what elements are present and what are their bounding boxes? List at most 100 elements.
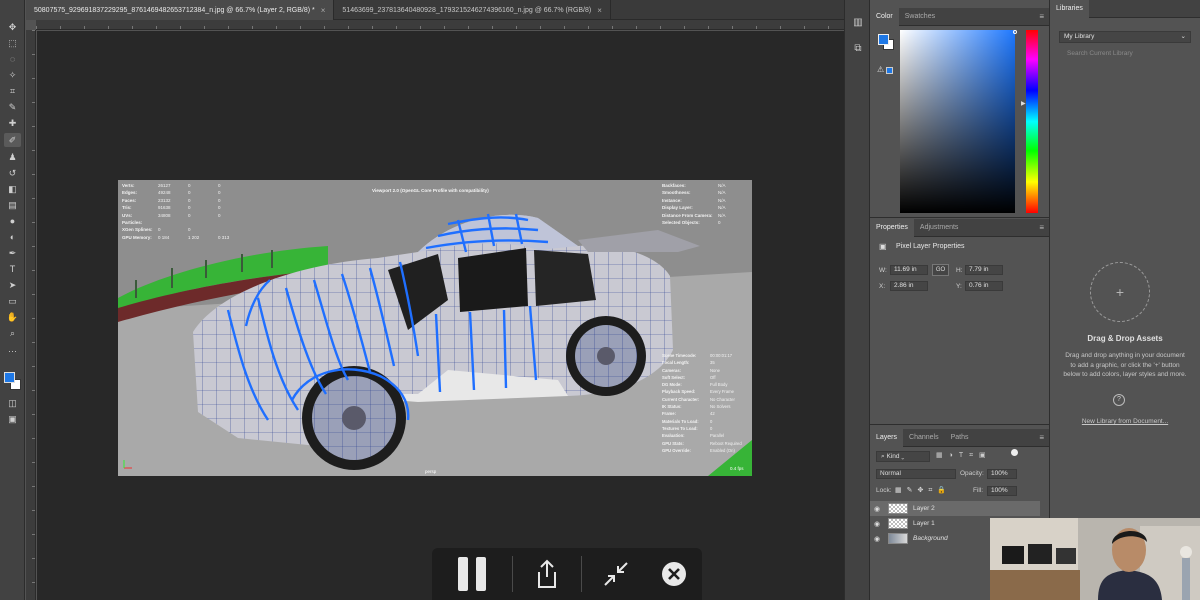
library-select[interactable]: My Library ⌄ [1059, 31, 1191, 43]
x-field[interactable]: 2.86 in [890, 281, 928, 291]
panel-menu-icon[interactable]: ≡ [1039, 433, 1044, 442]
healing-icon[interactable]: ✚ [4, 116, 21, 130]
shape-icon[interactable]: ▭ [4, 294, 21, 308]
tab-document-1[interactable]: 50807575_929691837229295_876146948265371… [26, 0, 335, 20]
help-icon[interactable]: ? [1113, 394, 1125, 406]
history-brush-icon[interactable]: ↺ [4, 166, 21, 180]
hue-slider[interactable] [1026, 30, 1038, 213]
hand-icon[interactable]: ✋ [4, 310, 21, 324]
chevron-down-icon: ⌄ [1180, 33, 1186, 40]
libraries-empty-text: Drag and drop anything in your document … [1063, 352, 1187, 378]
pause-button[interactable] [432, 548, 512, 600]
minimize-button[interactable] [582, 548, 650, 600]
document-image[interactable]: Viewport 2.0 (OpenGL Core Profile with c… [118, 180, 752, 476]
opacity-field[interactable]: 100% [987, 469, 1017, 479]
stat-row: Playback Speed: Every Frame [662, 389, 734, 395]
brush-icon[interactable]: ✐ [4, 133, 21, 147]
properties-panel: Properties Adjustments ≡ ▣ Pixel Layer P… [870, 218, 1049, 425]
stat-row: Selected Objects: 0 [662, 220, 721, 226]
marquee-icon[interactable]: ⬚ [4, 36, 21, 50]
type-icon[interactable]: T [4, 262, 21, 276]
tab-adjustments[interactable]: Adjustments [914, 219, 965, 237]
y-label: Y: [956, 283, 962, 290]
tab-channels[interactable]: Channels [903, 429, 945, 447]
stat-row: IK Status: No Solvers [662, 404, 731, 410]
eye-icon[interactable]: ◉ [870, 520, 884, 528]
filter-toggle-icon[interactable] [1011, 449, 1018, 456]
stat-row: Edges: 49248 0 0 [122, 190, 221, 196]
stat-row: Soft Select: Off [662, 374, 716, 380]
eraser-icon[interactable]: ◧ [4, 182, 21, 196]
close-icon [662, 562, 686, 586]
color-picker-field[interactable] [900, 30, 1015, 213]
stat-row: Tris: 91638 0 0 [122, 205, 221, 211]
path-select-icon[interactable]: ➤ [4, 278, 21, 292]
more-icon[interactable]: ··· [4, 344, 21, 358]
lock-icons[interactable]: ▦✎✥⌗🔒 [895, 486, 951, 495]
stat-row: Verts: 26127 0 0 [122, 183, 221, 188]
tab-paths[interactable]: Paths [945, 429, 975, 447]
layer-name: Layer 2 [913, 505, 935, 512]
stat-row: Frame: 42 [662, 411, 715, 417]
tab-layers[interactable]: Layers [870, 428, 904, 447]
share-button[interactable] [513, 548, 581, 600]
color-picker-marker[interactable] [1013, 30, 1017, 34]
stat-row: Textures To Load: 0 [662, 425, 713, 431]
layer-filter-select[interactable]: ⌕ Kind ⌄ [876, 451, 930, 462]
new-library-link[interactable]: New Library from Document... [1055, 418, 1195, 425]
layers-panel-tabs: Layers Channels Paths ≡ [870, 428, 1049, 447]
panel-menu-icon[interactable]: ≡ [1039, 223, 1044, 232]
layer-thumbnail [888, 518, 908, 529]
layer-filter-icons[interactable]: ▦◑T⌗▣ [936, 451, 992, 460]
fill-field[interactable]: 100% [987, 486, 1017, 496]
panel-menu-icon[interactable]: ≡ [1039, 12, 1044, 21]
crop-icon[interactable]: ⌗ [4, 84, 21, 98]
foreground-color-swatch[interactable] [4, 372, 15, 383]
history-panel-icon[interactable]: ▥ [850, 14, 866, 30]
warning-icon[interactable]: ⚠ [877, 65, 884, 74]
width-label: W: [879, 267, 887, 274]
width-field[interactable]: 11.69 in [890, 265, 928, 275]
stat-row: UVs: 34808 0 0 [122, 212, 221, 218]
library-search-input[interactable]: Search Current Library [1059, 50, 1191, 61]
web-safe-swatch[interactable] [886, 67, 893, 74]
height-field[interactable]: 7.79 in [965, 265, 1003, 275]
pen-icon[interactable]: ✒ [4, 246, 21, 260]
lasso-icon[interactable]: ◌ [4, 52, 21, 66]
color-fg-swatch[interactable] [878, 34, 889, 45]
zoom-icon[interactable]: ⌕ [4, 326, 21, 340]
close-icon[interactable]: × [321, 6, 326, 15]
y-field[interactable]: 0.76 in [965, 281, 1003, 291]
layer-row[interactable]: ◉ Layer 2 [870, 501, 1040, 516]
blur-icon[interactable]: ● [4, 214, 21, 228]
dodge-icon[interactable]: ◐ [4, 230, 21, 244]
libraries-panel-tabs: Libraries [1050, 0, 1200, 18]
actions-panel-icon[interactable]: ⧉ [850, 40, 866, 56]
eye-icon[interactable]: ◉ [870, 535, 884, 543]
close-recording-button[interactable] [650, 548, 698, 600]
camera-label: persp [425, 469, 437, 474]
hue-slider-handle-icon[interactable]: ▶ [1021, 100, 1026, 107]
quick-mask-icon[interactable]: ◫ [4, 396, 21, 410]
x-label: X: [879, 283, 886, 290]
tab-color[interactable]: Color [870, 7, 899, 26]
tab-libraries[interactable]: Libraries [1050, 0, 1089, 18]
tab-properties[interactable]: Properties [870, 218, 914, 237]
move-icon[interactable]: ✥ [4, 20, 21, 34]
eye-icon[interactable]: ◉ [870, 505, 884, 513]
blend-mode-select[interactable]: Normal [876, 469, 956, 479]
add-asset-button[interactable]: + [1090, 262, 1150, 322]
magic-wand-icon[interactable]: ✧ [4, 68, 21, 82]
stat-row: Scene Timecode: 00:00:01:17 [662, 353, 733, 358]
close-icon[interactable]: × [597, 6, 602, 15]
eyedropper-icon[interactable]: ✎ [4, 100, 21, 114]
stamp-icon[interactable]: ♟ [4, 150, 21, 164]
link-dimensions-icon[interactable]: GO [932, 264, 949, 276]
pixel-layer-icon: ▣ [879, 242, 887, 251]
opacity-label: Opacity: [960, 470, 984, 477]
tab-label: 51463699_237813640480928_179321524627439… [342, 6, 592, 14]
tab-document-2[interactable]: 51463699_237813640480928_179321524627439… [334, 0, 611, 20]
screen-mode-icon[interactable]: ▣ [4, 412, 21, 426]
gradient-icon[interactable]: ▤ [4, 198, 21, 212]
tab-swatches[interactable]: Swatches [899, 8, 941, 26]
